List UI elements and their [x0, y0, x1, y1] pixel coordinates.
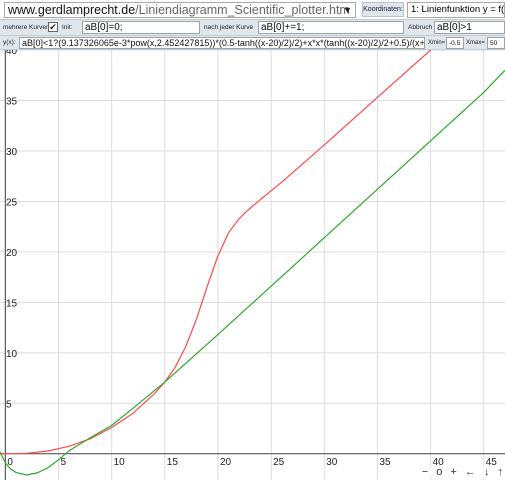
- y-tick-label: 40: [6, 50, 18, 57]
- x-tick-label: 25: [273, 457, 285, 468]
- y-tick-label: 15: [6, 298, 18, 309]
- y-tick-label: 30: [6, 147, 18, 158]
- url-host: www.gerdlamprecht.de: [8, 3, 136, 17]
- y-tick-label: 25: [6, 197, 18, 208]
- pan-left-control[interactable]: ←: [465, 466, 476, 478]
- formula-input[interactable]: aB[0]<1?(9.137326065e-3*pow(x,2.45242781…: [19, 37, 425, 49]
- xmin-label: Xmin=: [428, 40, 446, 46]
- top-bar: www.gerdlamprecht.de/Liniendiagramm_Scie…: [0, 0, 505, 20]
- multi-curve-row: mehrere Kurven: ✔ Init: aB[0]=0; nach je…: [0, 20, 505, 36]
- zoom-reset-control[interactable]: o: [436, 466, 442, 478]
- abort-label: Abbruch: [408, 24, 433, 31]
- zoom-out-control[interactable]: −: [422, 466, 428, 478]
- x-tick-label: 30: [326, 457, 338, 468]
- url-path: /Liniendiagramm_Scientific_plotter.htm: [135, 3, 350, 17]
- after-curve-input[interactable]: aB[0]+=1;: [258, 21, 404, 34]
- multi-curves-label: mehrere Kurven:: [3, 24, 52, 31]
- dropdown-arrow-icon[interactable]: ▼: [343, 3, 352, 17]
- y-of-x-label: y(x):: [3, 39, 16, 46]
- plot-nav-controls: − o + ← ↓ ↑: [414, 466, 505, 478]
- pan-down-control[interactable]: ↓: [484, 466, 490, 478]
- series-line-2: [0, 69, 505, 476]
- x-tick-label: 15: [167, 457, 179, 468]
- multi-curves-checkbox[interactable]: ✔: [48, 22, 58, 32]
- init-input[interactable]: aB[0]=0;: [82, 21, 200, 34]
- coordinates-label: Koordinaten:: [362, 2, 404, 17]
- x-tick-label: 5: [60, 457, 66, 468]
- abort-input[interactable]: aB[0]>1: [434, 21, 505, 34]
- xmax-input[interactable]: 50: [487, 37, 505, 49]
- line-chart[interactable]: 0 5 10 15 20 25 30 35 40 45 5 10 15 20 25 30 35 40: [0, 50, 505, 480]
- function-type-select[interactable]: 1: Linienfunktion y = f(x): [407, 2, 505, 18]
- x-tick-label: 35: [379, 457, 391, 468]
- after-curve-label: nach jeder Kurve: [204, 24, 254, 31]
- formula-row: y(x): aB[0]<1?(9.137326065e-3*pow(x,2.45…: [0, 36, 505, 50]
- xmin-input[interactable]: -0.5: [446, 37, 464, 49]
- pan-up-control[interactable]: ↑: [498, 466, 504, 478]
- x-tick-label: 20: [220, 457, 232, 468]
- zoom-in-control[interactable]: +: [450, 466, 456, 478]
- xmax-label: Xmax=: [466, 40, 485, 46]
- y-tick-label: 5: [6, 399, 12, 410]
- y-tick-label: 10: [6, 349, 18, 360]
- y-tick-label: 35: [6, 96, 18, 107]
- x-tick-label: 10: [114, 457, 126, 468]
- init-label: Init:: [62, 24, 73, 31]
- y-tick-label: 20: [6, 248, 18, 259]
- page-url-select[interactable]: www.gerdlamprecht.de/Liniendiagramm_Scie…: [4, 2, 356, 18]
- chart-canvas[interactable]: 0 5 10 15 20 25 30 35 40 45510152025303540: [0, 50, 505, 480]
